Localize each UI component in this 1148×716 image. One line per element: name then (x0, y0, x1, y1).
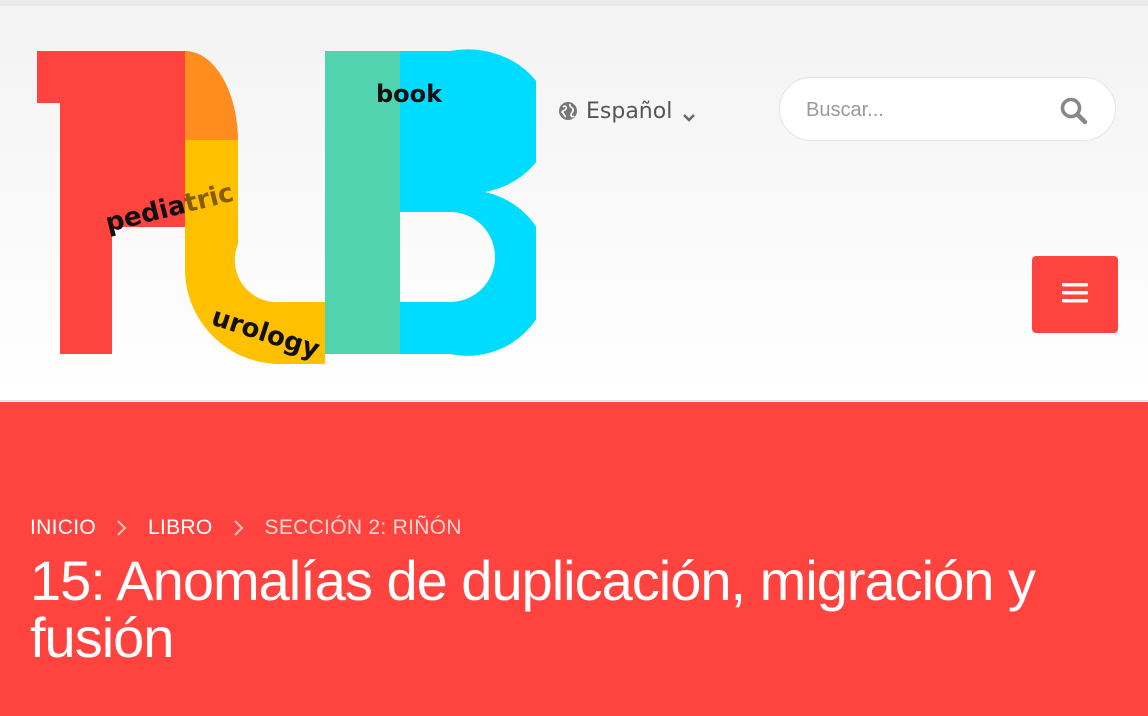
logo-graphic: pediatric urology book (37, 49, 536, 365)
page-hero: INICIO LIBRO SECCIÓN 2: RIÑÓN 15: Anomal… (0, 402, 1148, 716)
globe-icon (558, 101, 578, 121)
chevron-down-icon (682, 108, 696, 122)
language-label: Español (586, 98, 673, 124)
language-selector[interactable]: Español (558, 94, 696, 128)
chevron-right-icon (233, 519, 245, 537)
page-title: 15: Anomalías de duplicación, migración … (30, 549, 1036, 669)
search-icon[interactable] (1059, 96, 1089, 126)
breadcrumb: INICIO LIBRO SECCIÓN 2: RIÑÓN (30, 516, 462, 540)
breadcrumb-home[interactable]: INICIO (30, 516, 96, 540)
chevron-right-icon (116, 519, 128, 537)
breadcrumb-current: SECCIÓN 2: RIÑÓN (264, 516, 462, 539)
logo-word-book: book (376, 80, 443, 108)
site-header: pediatric urology book Español (0, 6, 1148, 401)
logo-p-stem (60, 51, 112, 354)
hamburger-menu-icon (1062, 282, 1088, 308)
site-logo[interactable]: pediatric urology book (30, 44, 536, 372)
search-input[interactable] (804, 92, 1048, 128)
search-box (779, 77, 1116, 141)
menu-button[interactable] (1032, 256, 1118, 333)
breadcrumb-libro[interactable]: LIBRO (148, 516, 213, 540)
